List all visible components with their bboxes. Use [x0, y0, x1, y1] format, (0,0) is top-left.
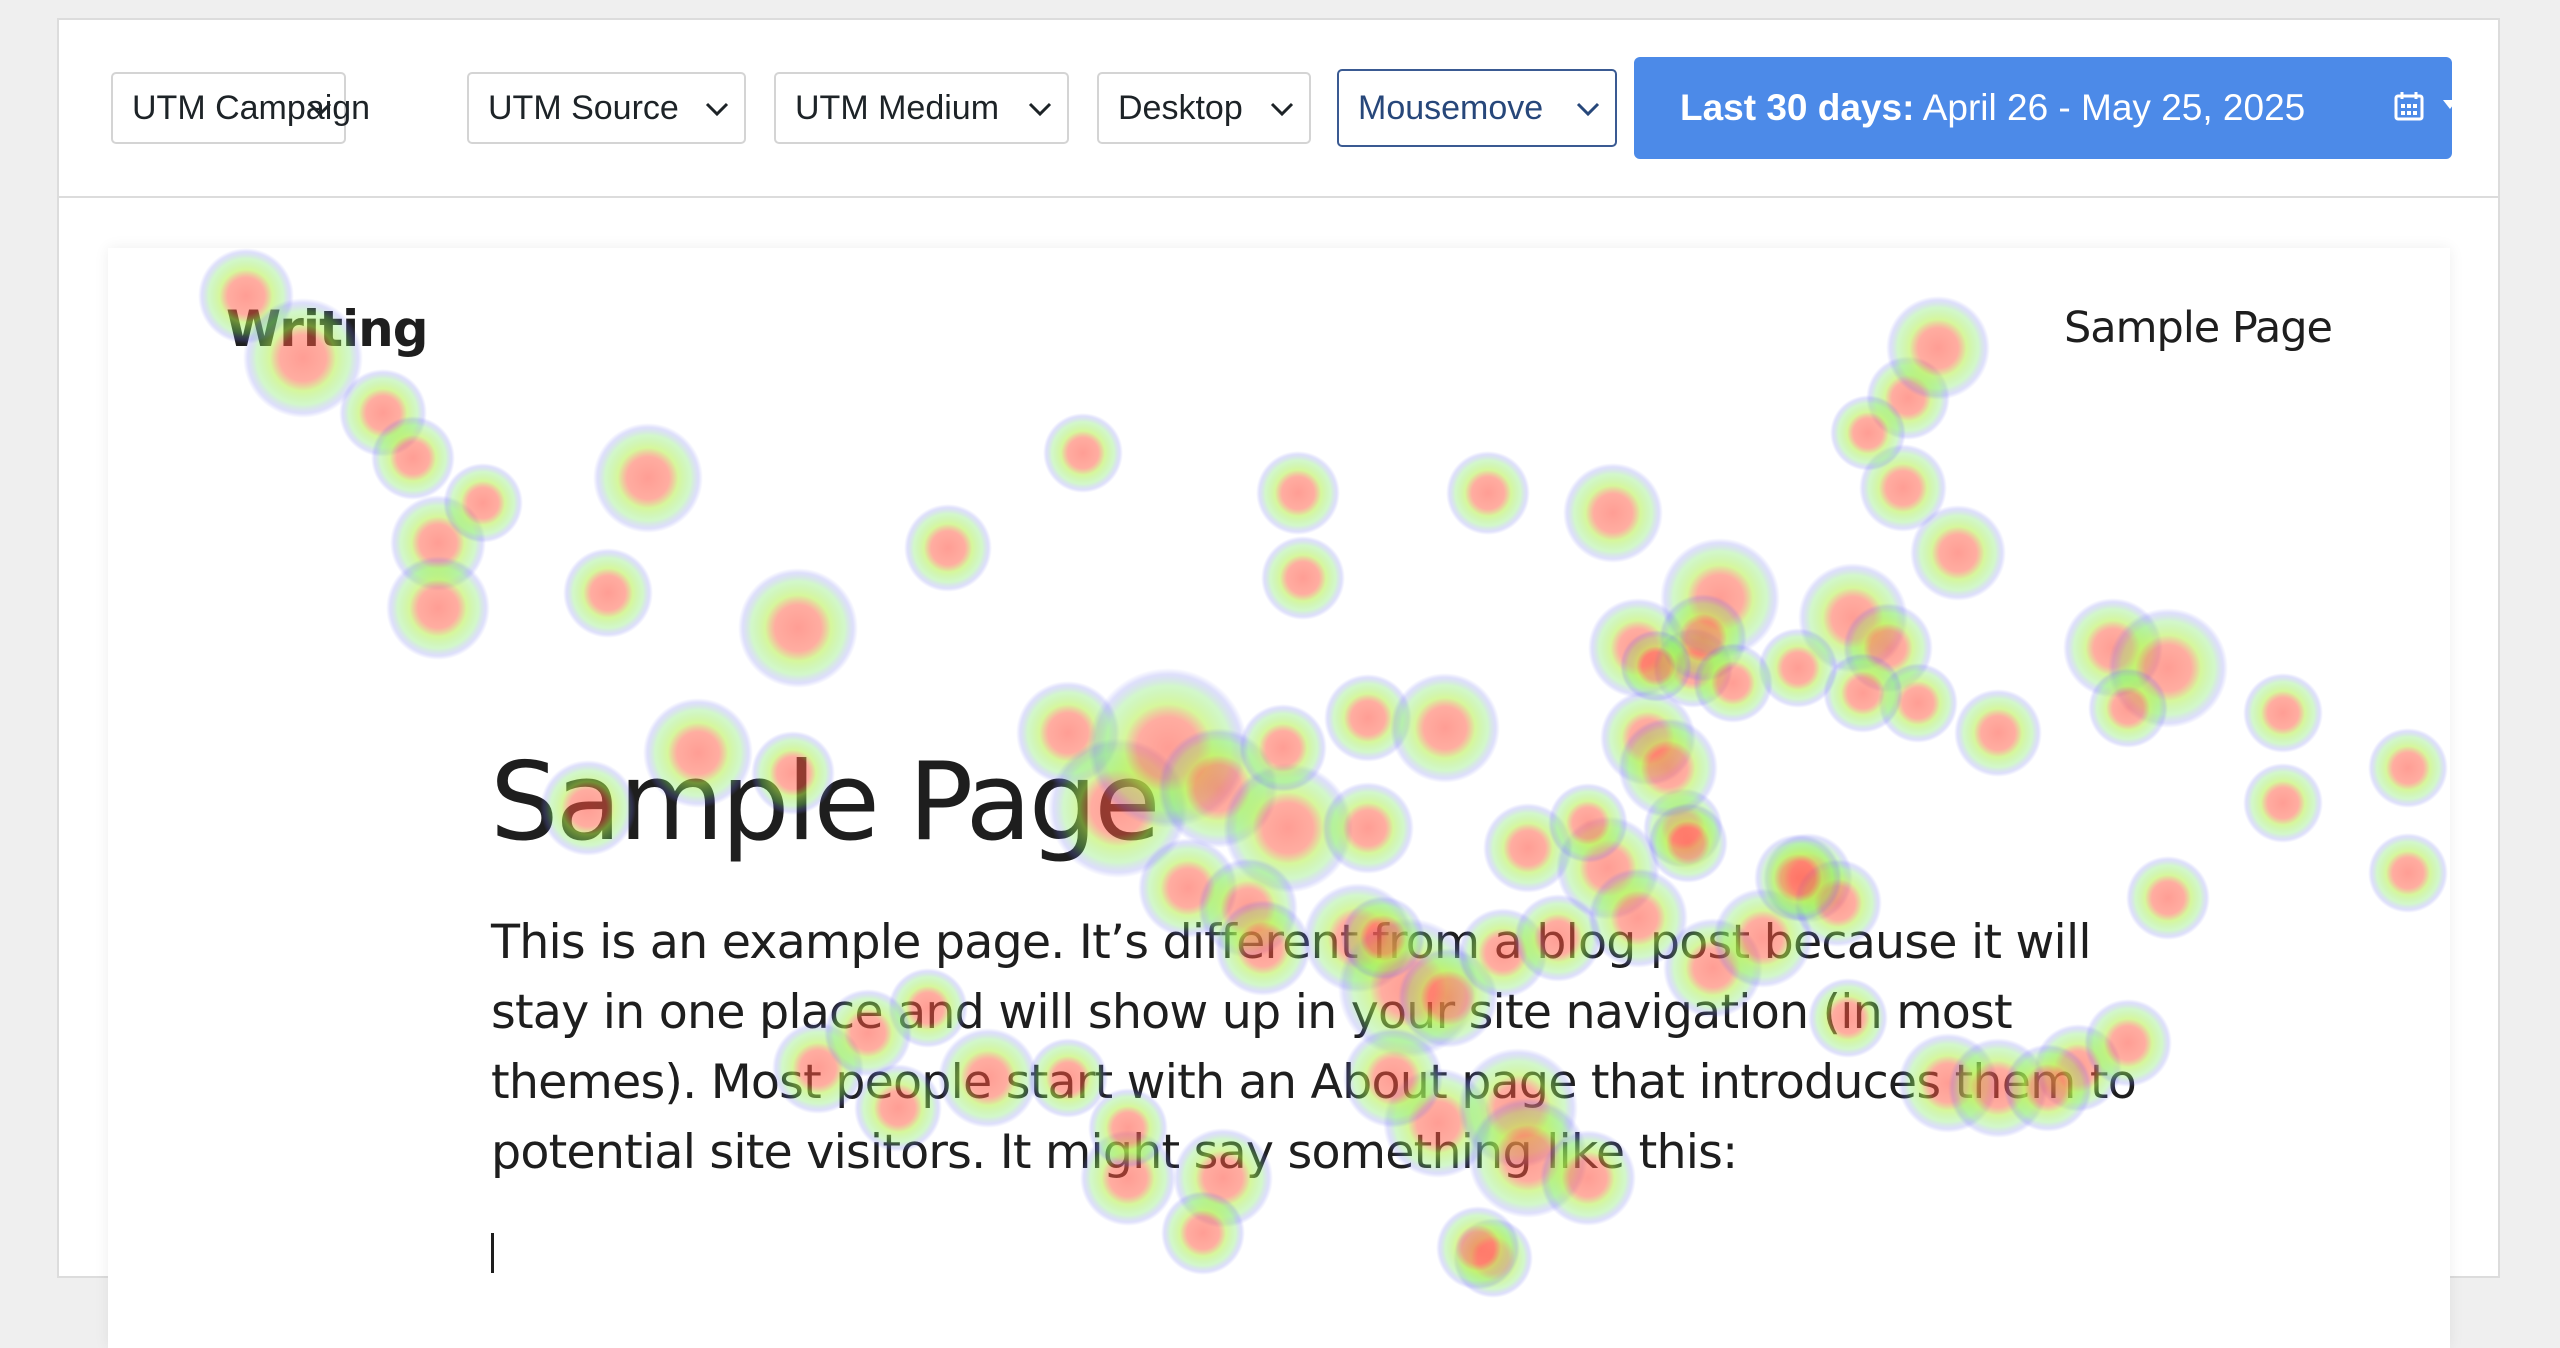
- heat-spot: [1324, 674, 1412, 762]
- page-preview: Writing Sample Page Sample Page This is …: [108, 248, 2450, 1348]
- nav-item-sample-page[interactable]: Sample Page: [2064, 303, 2333, 353]
- heat-spot: [1322, 782, 1414, 874]
- heat-spot: [2108, 608, 2228, 728]
- heat-spot: [1798, 563, 1908, 673]
- heat-spot: [1620, 630, 1692, 702]
- heatmap-type-dropdown[interactable]: Mousemove: [1337, 69, 1617, 147]
- heat-spot: [1158, 728, 1278, 848]
- page-body-text: This is an example page. It’s different …: [491, 915, 2137, 1180]
- chevron-down-icon: [705, 102, 729, 117]
- heat-spot: [1843, 603, 1933, 693]
- heat-spot: [1256, 451, 1340, 535]
- heat-spot: [1886, 296, 1990, 400]
- utm-campaign-label: UTM Campaign: [132, 89, 371, 127]
- heat-spot: [1954, 689, 2042, 777]
- heat-spot: [2243, 763, 2323, 843]
- heat-spot: [1758, 628, 1838, 708]
- heat-spot: [1859, 444, 1947, 532]
- heat-spot: [390, 495, 486, 591]
- heat-spot: [1436, 1206, 1520, 1290]
- heat-spot: [1910, 505, 2006, 601]
- heat-spot: [1600, 690, 1696, 786]
- heat-spot: [1653, 628, 1733, 708]
- utm-medium-dropdown[interactable]: UTM Medium: [774, 72, 1069, 144]
- utm-source-label: UTM Source: [488, 89, 679, 127]
- heat-spot: [1446, 451, 1530, 535]
- heat-spot: [1823, 653, 1903, 733]
- heat-spot: [2368, 728, 2448, 808]
- date-range-button[interactable]: Last 30 days: April 26 - May 25, 2025: [1634, 57, 2457, 159]
- heat-spot: [1618, 718, 1718, 818]
- heat-spot: [1161, 1191, 1245, 1275]
- heat-spot: [563, 548, 653, 638]
- heat-spot: [1223, 763, 1353, 893]
- heat-spot: [593, 423, 703, 533]
- quote-start-bar: [491, 1233, 494, 1273]
- heat-spot: [2088, 668, 2168, 748]
- heat-spot: [1659, 594, 1747, 682]
- caret-down-icon: [2443, 100, 2457, 109]
- heat-spot: [904, 504, 992, 592]
- heat-spot: [1453, 1218, 1533, 1298]
- chevron-down-icon: [1576, 102, 1600, 117]
- utm-medium-label: UTM Medium: [795, 89, 1000, 127]
- site-title[interactable]: Writing: [226, 300, 428, 358]
- heat-spot: [1866, 356, 1950, 440]
- heat-spot: [1693, 643, 1773, 723]
- heat-spot: [1660, 538, 1780, 658]
- heat-spot: [1043, 413, 1123, 493]
- heatmap-type-label: Mousemove: [1358, 89, 1544, 127]
- heat-spot: [1563, 463, 1663, 563]
- calendar-icon: [2394, 92, 2424, 121]
- heat-spot: [339, 369, 427, 457]
- chevron-down-icon: [1028, 102, 1052, 117]
- date-range-label: Last 30 days:: [1680, 87, 1915, 128]
- heat-spot: [2243, 673, 2323, 753]
- heat-spot: [1390, 673, 1500, 783]
- heat-spot: [2063, 598, 2163, 698]
- heat-spot: [386, 556, 490, 660]
- heat-spot: [1878, 663, 1958, 743]
- filter-toolbar: UTM Campaign UTM Source UTM Medium Deskt…: [59, 20, 2498, 198]
- heat-spot: [1588, 598, 1688, 698]
- heat-spot: [1548, 783, 1628, 863]
- heat-spot: [2368, 833, 2448, 913]
- utm-source-dropdown[interactable]: UTM Source: [467, 72, 746, 144]
- utm-campaign-dropdown[interactable]: UTM Campaign: [111, 72, 370, 144]
- heat-spot: [1261, 536, 1345, 620]
- device-dropdown[interactable]: Desktop: [1097, 72, 1311, 144]
- heat-spot: [1556, 816, 1660, 920]
- heat-spot: [1830, 395, 1906, 471]
- device-label: Desktop: [1118, 89, 1243, 127]
- heat-spot: [1483, 803, 1573, 893]
- heat-spot: [443, 463, 523, 543]
- heat-spot: [1648, 803, 1728, 883]
- page-title: Sample Page: [490, 740, 1161, 865]
- heat-spot: [1643, 788, 1723, 868]
- heat-spot: [738, 568, 858, 688]
- heat-spot: [1239, 704, 1327, 792]
- chevron-down-icon: [1270, 102, 1294, 117]
- date-range-value: April 26 - May 25, 2025: [1922, 87, 2306, 128]
- chevron-down-icon: [308, 102, 332, 117]
- heat-spot: [371, 416, 455, 500]
